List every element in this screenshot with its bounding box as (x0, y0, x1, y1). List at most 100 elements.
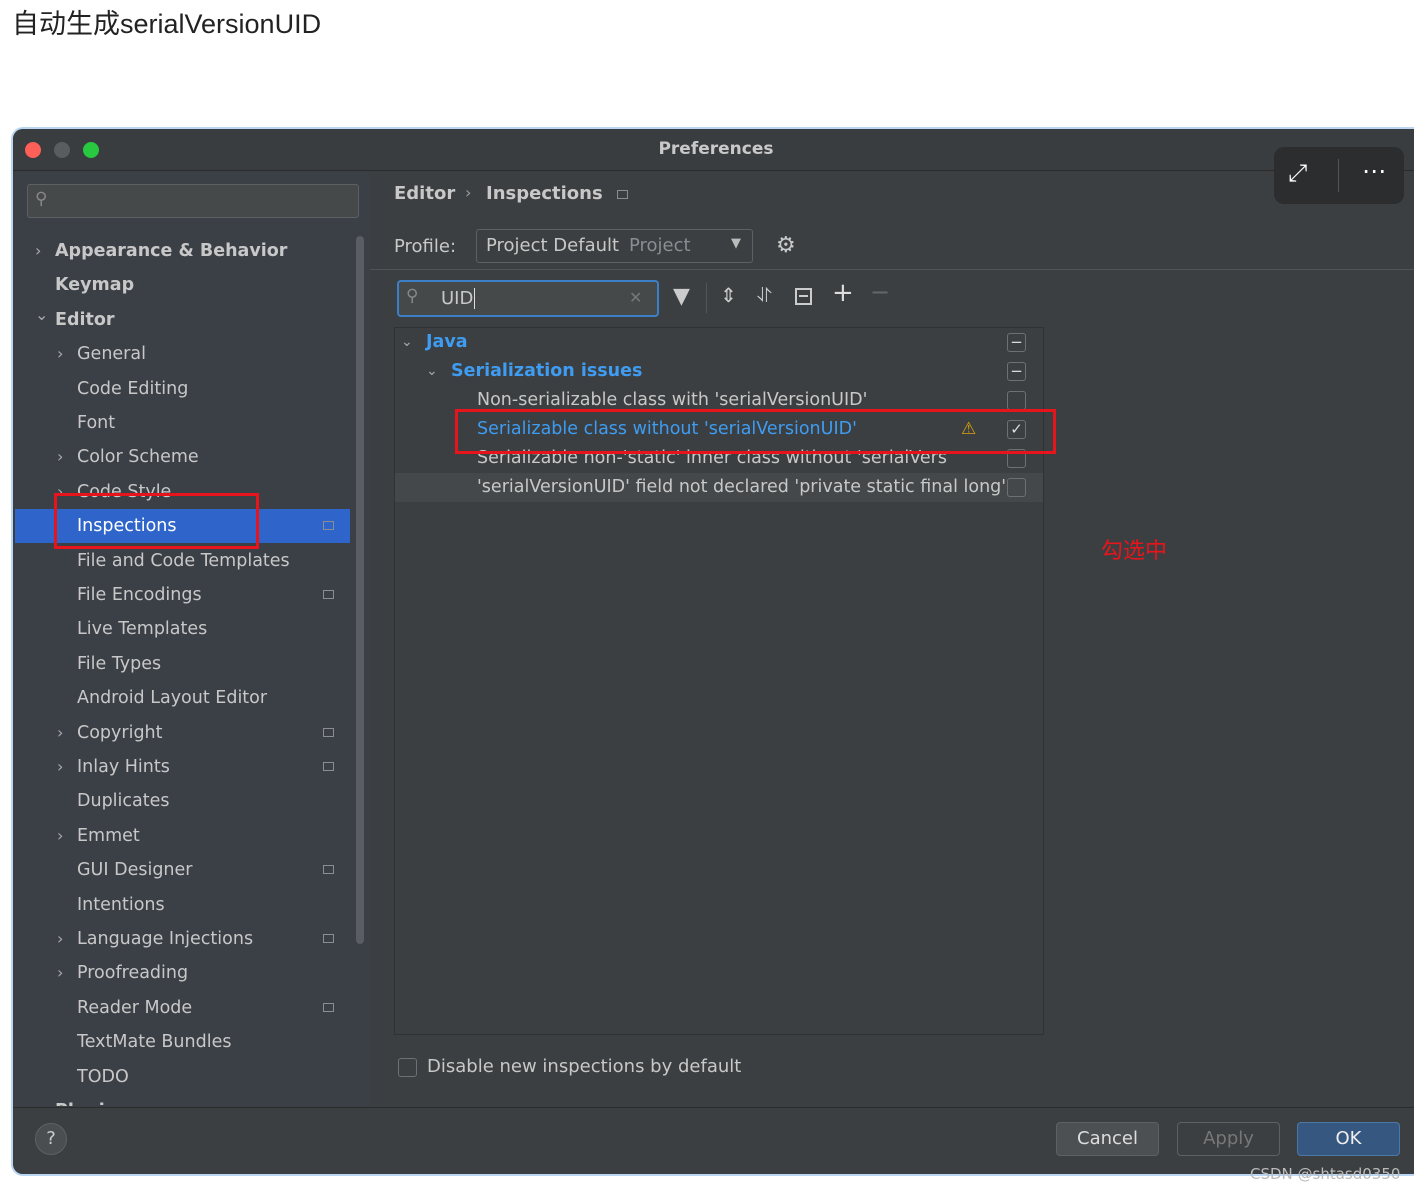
sidebar-item-label: File Types (77, 653, 162, 674)
remove-icon[interactable]: − (870, 278, 890, 306)
sidebar-item[interactable]: Font (15, 406, 350, 440)
inspection-checkbox[interactable] (1007, 391, 1026, 410)
sidebar-item-label: Language Injections (77, 929, 254, 949)
profile-scope: Project (629, 235, 691, 256)
sidebar-item[interactable]: Code Editing (15, 372, 350, 406)
sidebar-search-input[interactable]: ⚲ (27, 184, 359, 218)
sidebar-item[interactable]: GUI Designer (15, 853, 350, 887)
sidebar-item[interactable]: TODO (15, 1060, 350, 1094)
sidebar-item-label: Plugins (55, 1094, 128, 1106)
sidebar-item[interactable]: Plugins (15, 1094, 350, 1106)
sidebar-item[interactable]: File Encodings (15, 578, 350, 612)
sidebar-item[interactable]: Duplicates (15, 784, 350, 818)
sidebar-item[interactable]: Android Layout Editor (15, 681, 350, 715)
sidebar-item[interactable]: › Color Scheme (15, 440, 350, 474)
chevron-down-icon[interactable]: ⌄ (35, 298, 48, 332)
tree-node-label: Java (426, 332, 468, 352)
sidebar-item-label: Inlay Hints (77, 757, 170, 777)
tree-node-label: Serialization issues (451, 361, 643, 381)
project-scope-icon (323, 590, 334, 599)
filter-icon[interactable]: ▼ (673, 284, 690, 309)
chevron-right-icon[interactable]: › (57, 716, 63, 750)
tree-node-serialization[interactable]: ⌄ Serialization issues − (395, 357, 1043, 386)
breadcrumb-editor[interactable]: Editor (394, 183, 455, 204)
sidebar-item-label: Appearance & Behavior (55, 241, 288, 261)
window-title: Preferences (658, 139, 774, 159)
page-caption: 自动生成serialVersionUID (12, 9, 322, 39)
chevron-down-icon: ⌄ (426, 363, 438, 379)
chevron-right-icon[interactable]: › (57, 819, 63, 853)
profile-value: Project Default (486, 235, 620, 256)
collapse-all-icon[interactable]: ⥯ (757, 283, 772, 307)
chevron-right-icon[interactable]: › (57, 440, 63, 474)
chevron-right-icon[interactable]: › (57, 956, 63, 990)
chevron-right-icon[interactable]: › (35, 234, 41, 268)
sidebar-item[interactable]: ⌄ Editor (15, 303, 350, 337)
sidebar-item[interactable]: TextMate Bundles (15, 1025, 350, 1059)
expand-all-icon[interactable]: ⇕ (720, 283, 737, 307)
annotation-text: 勾选中 (1101, 539, 1168, 564)
main-panel: Editor › Inspections Profile: Project De… (370, 171, 1414, 1107)
fullscreen-icon[interactable]: ⤢ (1288, 159, 1307, 187)
sidebar-item-label: Duplicates (77, 791, 170, 812)
sidebar-item-label: Intentions (77, 894, 165, 915)
project-scope-icon (323, 934, 334, 943)
sidebar-scrollbar[interactable] (356, 236, 364, 944)
project-scope-icon (617, 190, 628, 199)
more-icon[interactable]: ⋯ (1362, 157, 1388, 185)
sidebar-item[interactable]: › Appearance & Behavior (15, 234, 350, 268)
chevron-right-icon[interactable]: › (57, 750, 63, 784)
inspection-row[interactable]: 'serialVersionUID' field not declared 'p… (395, 473, 1043, 502)
sidebar-item[interactable]: Live Templates (15, 612, 350, 646)
inspection-search-input[interactable]: ⚲ UID ✕ (397, 280, 659, 317)
sidebar-item-label: Reader Mode (77, 997, 193, 1018)
sidebar-item-label: Emmet (77, 825, 140, 846)
inspection-checkbox[interactable] (1007, 478, 1026, 497)
cancel-button[interactable]: Cancel (1056, 1122, 1159, 1156)
sidebar-item[interactable]: › Proofreading (15, 956, 350, 990)
disable-new-label: Disable new inspections by default (427, 1056, 742, 1077)
add-icon[interactable]: + (832, 278, 854, 308)
sidebar-item[interactable]: Keymap (15, 268, 350, 302)
sidebar-item[interactable]: Intentions (15, 888, 350, 922)
tree-node-java[interactable]: ⌄ Java − (395, 328, 1043, 357)
project-scope-icon (323, 1002, 334, 1012)
help-button[interactable]: ? (35, 1123, 67, 1155)
sidebar-item-label: Copyright (77, 722, 163, 743)
clear-search-icon[interactable]: ✕ (629, 288, 642, 307)
sidebar-item-label: Android Layout Editor (77, 688, 268, 709)
divider (370, 269, 1414, 270)
ok-button[interactable]: OK (1297, 1122, 1400, 1156)
sidebar-item-label: File Encodings (77, 585, 202, 605)
sidebar-item[interactable]: › General (15, 337, 350, 371)
project-scope-icon (323, 521, 334, 531)
sidebar-item-label: Proofreading (77, 963, 189, 984)
chevron-right-icon[interactable]: › (57, 337, 63, 371)
reset-icon[interactable] (795, 288, 812, 305)
sidebar-item-label: Editor (55, 309, 115, 330)
apply-button[interactable]: Apply (1177, 1122, 1280, 1156)
inspection-label: 'serialVersionUID' field not declared 'p… (477, 477, 1007, 497)
project-scope-icon (323, 762, 334, 771)
toolbar-separator (1338, 159, 1339, 192)
search-value: UID (441, 288, 476, 309)
partial-checkbox[interactable]: − (1007, 333, 1026, 352)
chevron-right-icon[interactable]: › (57, 922, 63, 956)
sidebar-item[interactable]: › Inlay Hints (15, 750, 350, 784)
sidebar-tree: › Appearance & Behavior Keymap ⌄ Editor › Gene… (15, 231, 370, 1106)
title-bar: Preferences (13, 129, 1414, 171)
partial-checkbox[interactable]: − (1007, 362, 1026, 381)
sidebar-item[interactable]: › Copyright (15, 716, 350, 750)
sidebar-item[interactable]: File Types (15, 647, 350, 681)
sidebar-item[interactable]: › Language Injections (15, 922, 350, 956)
sidebar-item[interactable]: Reader Mode (15, 991, 350, 1025)
search-icon: ⚲ (35, 189, 48, 209)
profile-label: Profile: (394, 236, 457, 257)
sidebar-item-label: Color Scheme (77, 447, 199, 468)
project-scope-icon (323, 727, 334, 737)
disable-new-checkbox[interactable] (398, 1058, 417, 1077)
gear-icon[interactable]: ⚙ (776, 233, 796, 258)
sidebar-item-label: Font (77, 413, 116, 433)
profile-dropdown[interactable]: Project Default Project ▼ (476, 229, 753, 263)
sidebar-item[interactable]: › Emmet (15, 819, 350, 853)
